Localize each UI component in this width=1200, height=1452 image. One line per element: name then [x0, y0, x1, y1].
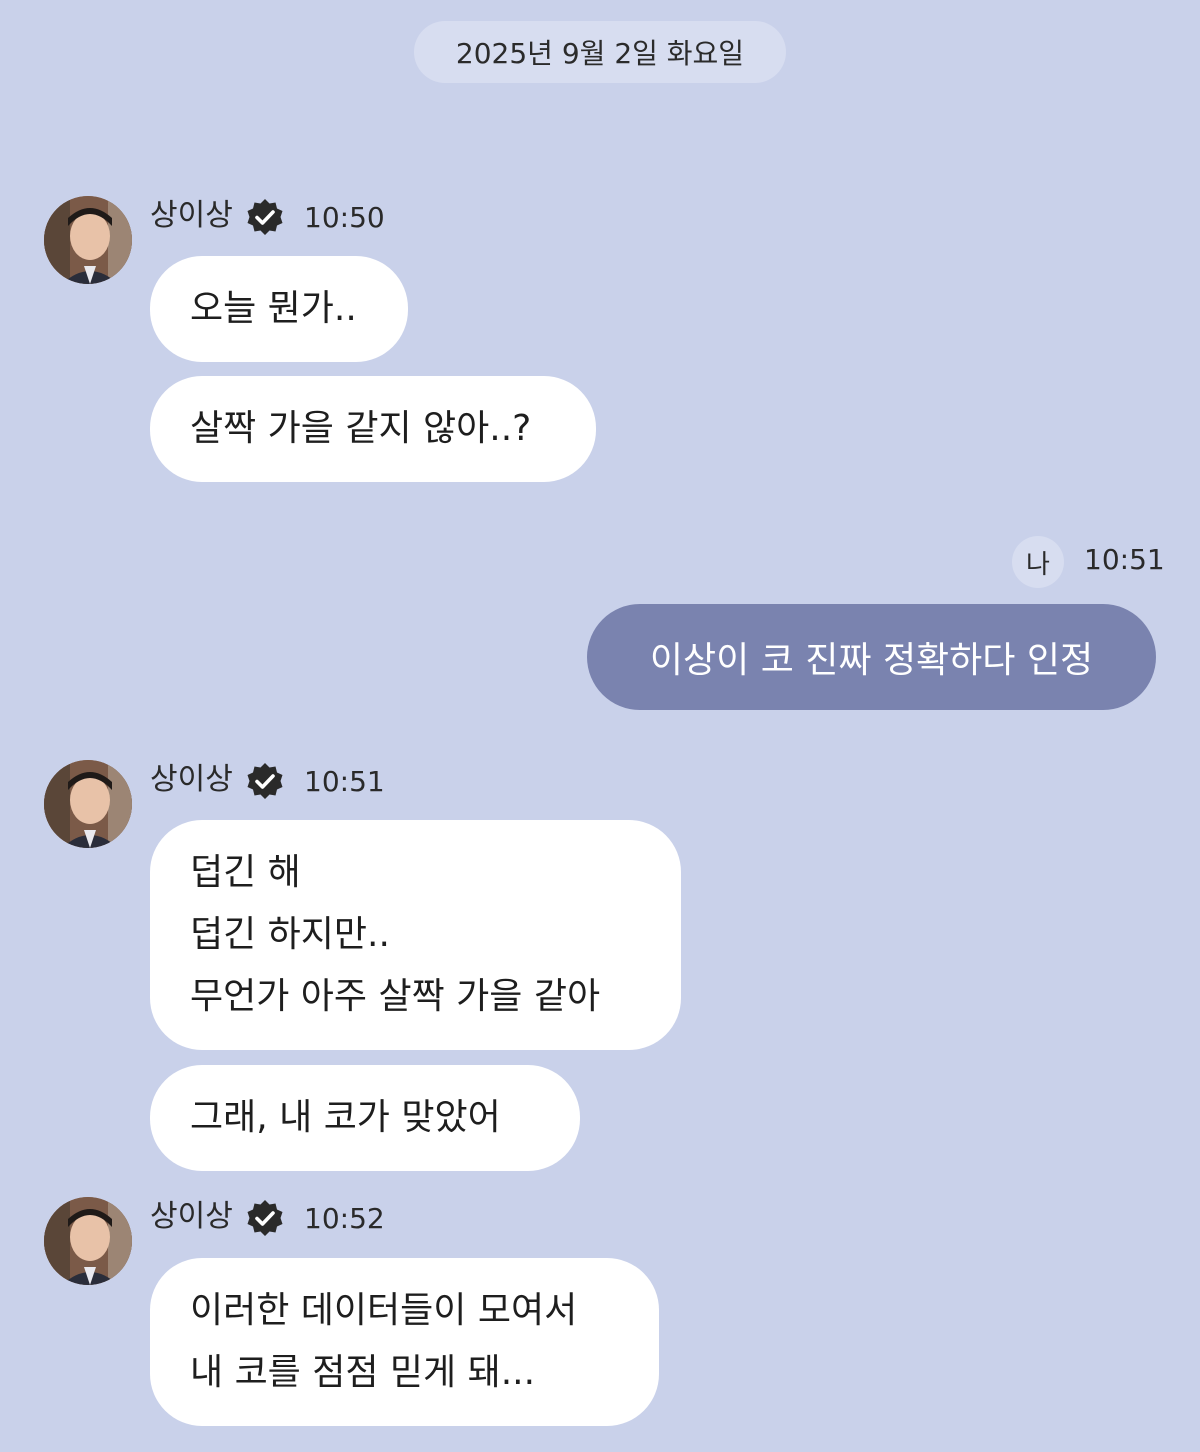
message-time: 10:52 — [304, 1202, 385, 1235]
avatar-photo-icon — [44, 196, 132, 284]
message-bubble[interactable]: 그래, 내 코가 맞았어 — [150, 1065, 580, 1171]
avatar-photo-icon — [44, 1197, 132, 1285]
verified-badge-icon — [247, 1200, 283, 1236]
verified-badge-icon — [247, 763, 283, 799]
my-name-tag: 나 — [1012, 536, 1064, 588]
message-text: 내 코를 점점 믿게 돼... — [190, 1352, 536, 1393]
message-text: 이러한 데이터들이 모여서 — [190, 1290, 578, 1331]
message-text: 무언가 아주 살짝 가을 같아 — [190, 976, 601, 1017]
verified-badge-icon — [247, 199, 283, 235]
message-text: 이상이 코 진짜 정확하다 인정 — [649, 640, 1094, 681]
message-text: 그래, 내 코가 맞았어 — [190, 1097, 501, 1138]
message-text: 오늘 뭔가.. — [190, 288, 357, 329]
avatar[interactable] — [44, 196, 132, 284]
message-time: 10:51 — [304, 765, 385, 798]
avatar[interactable] — [44, 1197, 132, 1285]
sender-name: 상이상 — [150, 762, 233, 797]
sender-name: 상이상 — [150, 198, 233, 233]
avatar[interactable] — [44, 760, 132, 848]
message-bubble[interactable]: 덥긴 해 덥긴 하지만.. 무언가 아주 살짝 가을 같아 — [150, 820, 681, 1050]
my-message-bubble[interactable]: 이상이 코 진짜 정확하다 인정 — [587, 604, 1156, 710]
avatar-photo-icon — [44, 760, 132, 848]
sender-name: 상이상 — [150, 1199, 233, 1234]
message-text: 덥긴 하지만.. — [190, 914, 390, 955]
message-time: 10:50 — [304, 201, 385, 234]
message-time: 10:51 — [1084, 543, 1165, 576]
message-bubble[interactable]: 이러한 데이터들이 모여서 내 코를 점점 믿게 돼... — [150, 1258, 659, 1426]
message-bubble[interactable]: 살짝 가을 같지 않아..? — [150, 376, 596, 482]
message-bubble[interactable]: 오늘 뭔가.. — [150, 256, 408, 362]
date-divider: 2025년 9월 2일 화요일 — [414, 21, 786, 83]
message-text: 덥긴 해 — [190, 852, 301, 893]
message-text: 살짝 가을 같지 않아..? — [190, 408, 532, 449]
